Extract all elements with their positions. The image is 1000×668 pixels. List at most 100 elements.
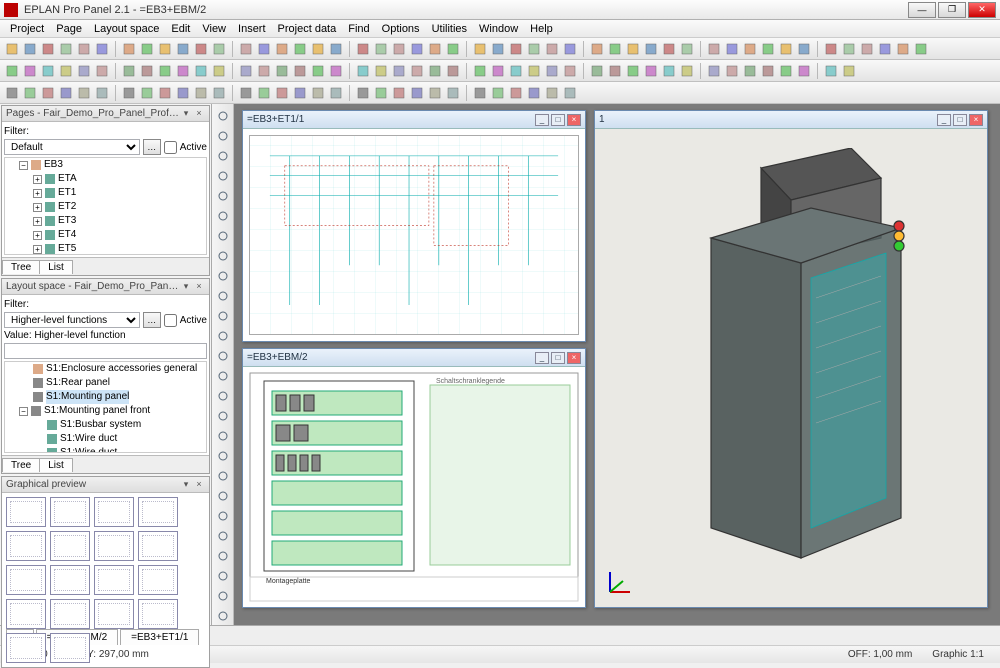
schematic-viewport[interactable] [243,129,585,341]
toolbar-button[interactable] [373,63,389,79]
panel-close-icon[interactable]: × [193,479,205,491]
tree-node[interactable]: S1:Busbar system [33,418,206,432]
toolbar-button[interactable] [121,41,137,57]
toolbar-button[interactable] [508,85,524,101]
panel-menu-icon[interactable]: ▾ [180,108,192,120]
child-window-header[interactable]: =EB3+ET1/1 _□× [243,111,585,129]
toolbar-button[interactable] [58,41,74,57]
tree-node[interactable]: +ET1 [33,186,206,200]
toolbar-button[interactable] [706,63,722,79]
side-tool-button[interactable] [215,588,231,604]
toolbar-button[interactable] [256,85,272,101]
preview-thumbnail[interactable] [6,633,46,663]
tab-tree[interactable]: Tree [2,260,40,274]
toolbar-button[interactable] [643,41,659,57]
viewport-3d[interactable] [595,129,987,607]
toolbar-button[interactable] [310,63,326,79]
toolbar-button[interactable] [445,63,461,79]
toolbar-button[interactable] [40,63,56,79]
toolbar-button[interactable] [211,63,227,79]
expand-icon[interactable]: + [33,217,42,226]
side-tool-button[interactable] [215,428,231,444]
minimize-icon[interactable]: _ [535,114,549,126]
side-tool-button[interactable] [215,468,231,484]
menu-find[interactable]: Find [342,23,375,35]
toolbar-button[interactable] [742,63,758,79]
panel-close-icon[interactable]: × [193,281,205,293]
expand-icon[interactable]: + [33,231,42,240]
toolbar-button[interactable] [256,63,272,79]
toolbar-button[interactable] [328,41,344,57]
side-tool-button[interactable] [215,328,231,344]
tree-node[interactable]: +ET5 [33,242,206,255]
toolbar-button[interactable] [472,85,488,101]
preview-thumbnail[interactable] [50,633,90,663]
toolbar-button[interactable] [292,41,308,57]
expand-icon[interactable]: + [33,189,42,198]
preview-thumbnail[interactable] [94,497,134,527]
maximize-icon[interactable]: □ [953,114,967,126]
preview-thumbnail[interactable] [6,531,46,561]
toolbar-button[interactable] [661,41,677,57]
tab-tree[interactable]: Tree [2,458,40,472]
menu-options[interactable]: Options [376,23,426,35]
toolbar-button[interactable] [607,63,623,79]
tab-list[interactable]: List [39,260,73,274]
side-tool-button[interactable] [215,488,231,504]
toolbar-button[interactable] [643,63,659,79]
filter-ellipsis-button[interactable]: … [143,139,161,155]
toolbar-button[interactable] [40,41,56,57]
value-input[interactable] [4,343,207,359]
toolbar-button[interactable] [238,63,254,79]
tree-node[interactable]: S1:Mounting panel [19,390,206,404]
side-tool-button[interactable] [215,168,231,184]
toolbar-button[interactable] [544,41,560,57]
toolbar-button[interactable] [157,41,173,57]
toolbar-button[interactable] [58,63,74,79]
toolbar-button[interactable] [373,41,389,57]
toolbar-button[interactable] [175,85,191,101]
expand-icon[interactable]: + [33,245,42,254]
toolbar-button[interactable] [409,85,425,101]
pages-tree[interactable]: −EB3 +ETA+ET1+ET2+ET3+ET4+ET5+EB5 [4,157,207,255]
preview-thumbnail[interactable] [6,497,46,527]
toolbar-button[interactable] [355,63,371,79]
menu-help[interactable]: Help [524,23,559,35]
toolbar-button[interactable] [94,41,110,57]
toolbar-button[interactable] [562,63,578,79]
toolbar-button[interactable] [679,41,695,57]
toolbar-button[interactable] [760,41,776,57]
side-tool-button[interactable] [215,608,231,624]
tree-node-root[interactable]: −EB3 [19,158,206,172]
toolbar-button[interactable] [760,63,776,79]
toolbar-button[interactable] [895,41,911,57]
toolbar-button[interactable] [859,41,875,57]
preview-thumbnail[interactable] [138,531,178,561]
toolbar-button[interactable] [823,41,839,57]
preview-thumbnail[interactable] [138,497,178,527]
close-icon[interactable]: × [567,352,581,364]
side-tool-button[interactable] [215,148,231,164]
side-tool-button[interactable] [215,288,231,304]
toolbar-button[interactable] [661,63,677,79]
toolbar-button[interactable] [328,85,344,101]
maximize-icon[interactable]: □ [551,114,565,126]
toolbar-button[interactable] [877,41,893,57]
toolbar-button[interactable] [724,63,740,79]
toolbar-button[interactable] [94,63,110,79]
expand-icon[interactable]: + [33,203,42,212]
menu-page[interactable]: Page [50,23,88,35]
toolbar-button[interactable] [211,41,227,57]
toolbar-button[interactable] [391,85,407,101]
side-tool-button[interactable] [215,548,231,564]
preview-thumbnail[interactable] [94,565,134,595]
maximize-icon[interactable]: □ [551,352,565,364]
pages-filter-select[interactable]: Default [4,139,140,155]
active-checkbox[interactable] [164,314,177,327]
side-tool-button[interactable] [215,348,231,364]
toolbar-button[interactable] [778,41,794,57]
side-tool-button[interactable] [215,208,231,224]
side-tool-button[interactable] [215,448,231,464]
tree-node[interactable]: S1:Rear panel [19,376,206,390]
toolbar-button[interactable] [391,41,407,57]
